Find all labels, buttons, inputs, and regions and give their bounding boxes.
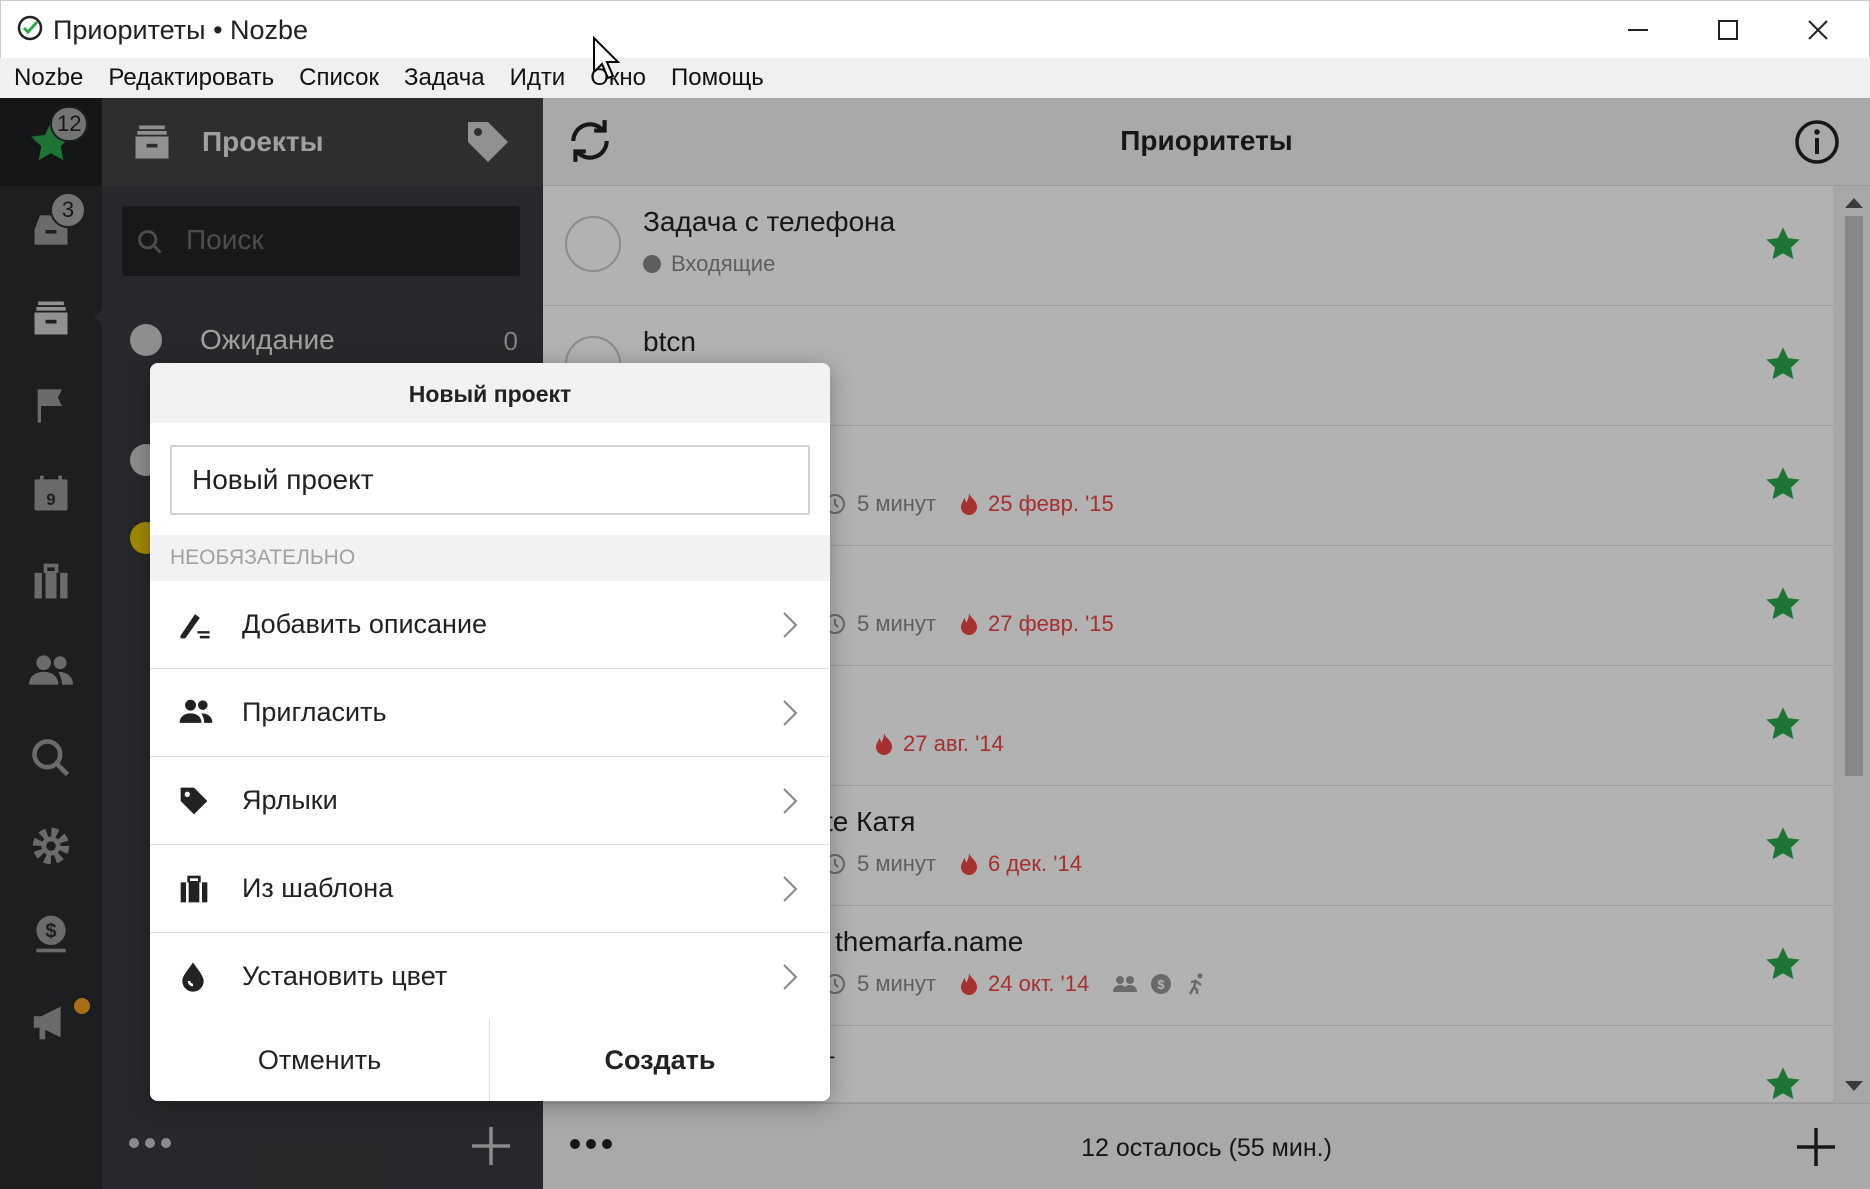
people-icon xyxy=(178,697,214,727)
title-bar: Приоритеты • Nozbe xyxy=(0,0,1870,58)
tag-icon xyxy=(178,785,210,817)
project-name-input[interactable] xyxy=(170,445,810,515)
dialog-title: Новый проект xyxy=(150,363,830,423)
option-label: Добавить описание xyxy=(242,609,488,639)
chevron-right-icon xyxy=(782,611,798,639)
chevron-right-icon xyxy=(782,875,798,903)
tags-option[interactable]: Ярлыки xyxy=(150,757,830,845)
pencil-icon xyxy=(178,609,212,641)
chevron-right-icon xyxy=(782,963,798,991)
chevron-right-icon xyxy=(782,699,798,727)
create-button[interactable]: Создать xyxy=(490,1019,830,1101)
drop-icon xyxy=(178,961,208,993)
option-label: Из шаблона xyxy=(242,873,394,903)
add-description-option[interactable]: Добавить описание xyxy=(150,581,830,669)
invite-option[interactable]: Пригласить xyxy=(150,669,830,757)
menu-list[interactable]: Список xyxy=(289,64,389,92)
chevron-right-icon xyxy=(782,787,798,815)
menu-help[interactable]: Помощь xyxy=(661,64,774,92)
from-template-option[interactable]: Из шаблона xyxy=(150,845,830,933)
set-color-option[interactable]: Установить цвет xyxy=(150,933,830,1021)
optional-section-label: НЕОБЯЗАТЕЛЬНО xyxy=(150,535,830,581)
option-label: Ярлыки xyxy=(242,785,338,815)
maximize-icon xyxy=(1718,20,1738,40)
app-logo-icon xyxy=(17,15,43,41)
menu-bar: Nozbe Редактировать Список Задача Идти О… xyxy=(0,58,1870,98)
cancel-button[interactable]: Отменить xyxy=(150,1019,490,1101)
menu-task[interactable]: Задача xyxy=(394,64,495,92)
menu-nozbe[interactable]: Nozbe xyxy=(4,64,93,92)
option-label: Установить цвет xyxy=(242,961,448,991)
minimize-button[interactable] xyxy=(1593,1,1683,59)
new-project-dialog: Новый проект НЕОБЯЗАТЕЛЬНО Добавить опис… xyxy=(150,363,830,1101)
briefcase-icon xyxy=(178,873,210,905)
close-icon xyxy=(1808,20,1828,40)
close-button[interactable] xyxy=(1773,1,1863,59)
option-label: Пригласить xyxy=(242,697,387,727)
menu-edit[interactable]: Редактировать xyxy=(98,64,284,92)
window-title: Приоритеты • Nozbe xyxy=(53,15,309,45)
maximize-button[interactable] xyxy=(1683,1,1773,59)
menu-go[interactable]: Идти xyxy=(500,64,576,92)
minimize-icon xyxy=(1628,29,1648,31)
mouse-cursor-icon xyxy=(592,36,620,80)
